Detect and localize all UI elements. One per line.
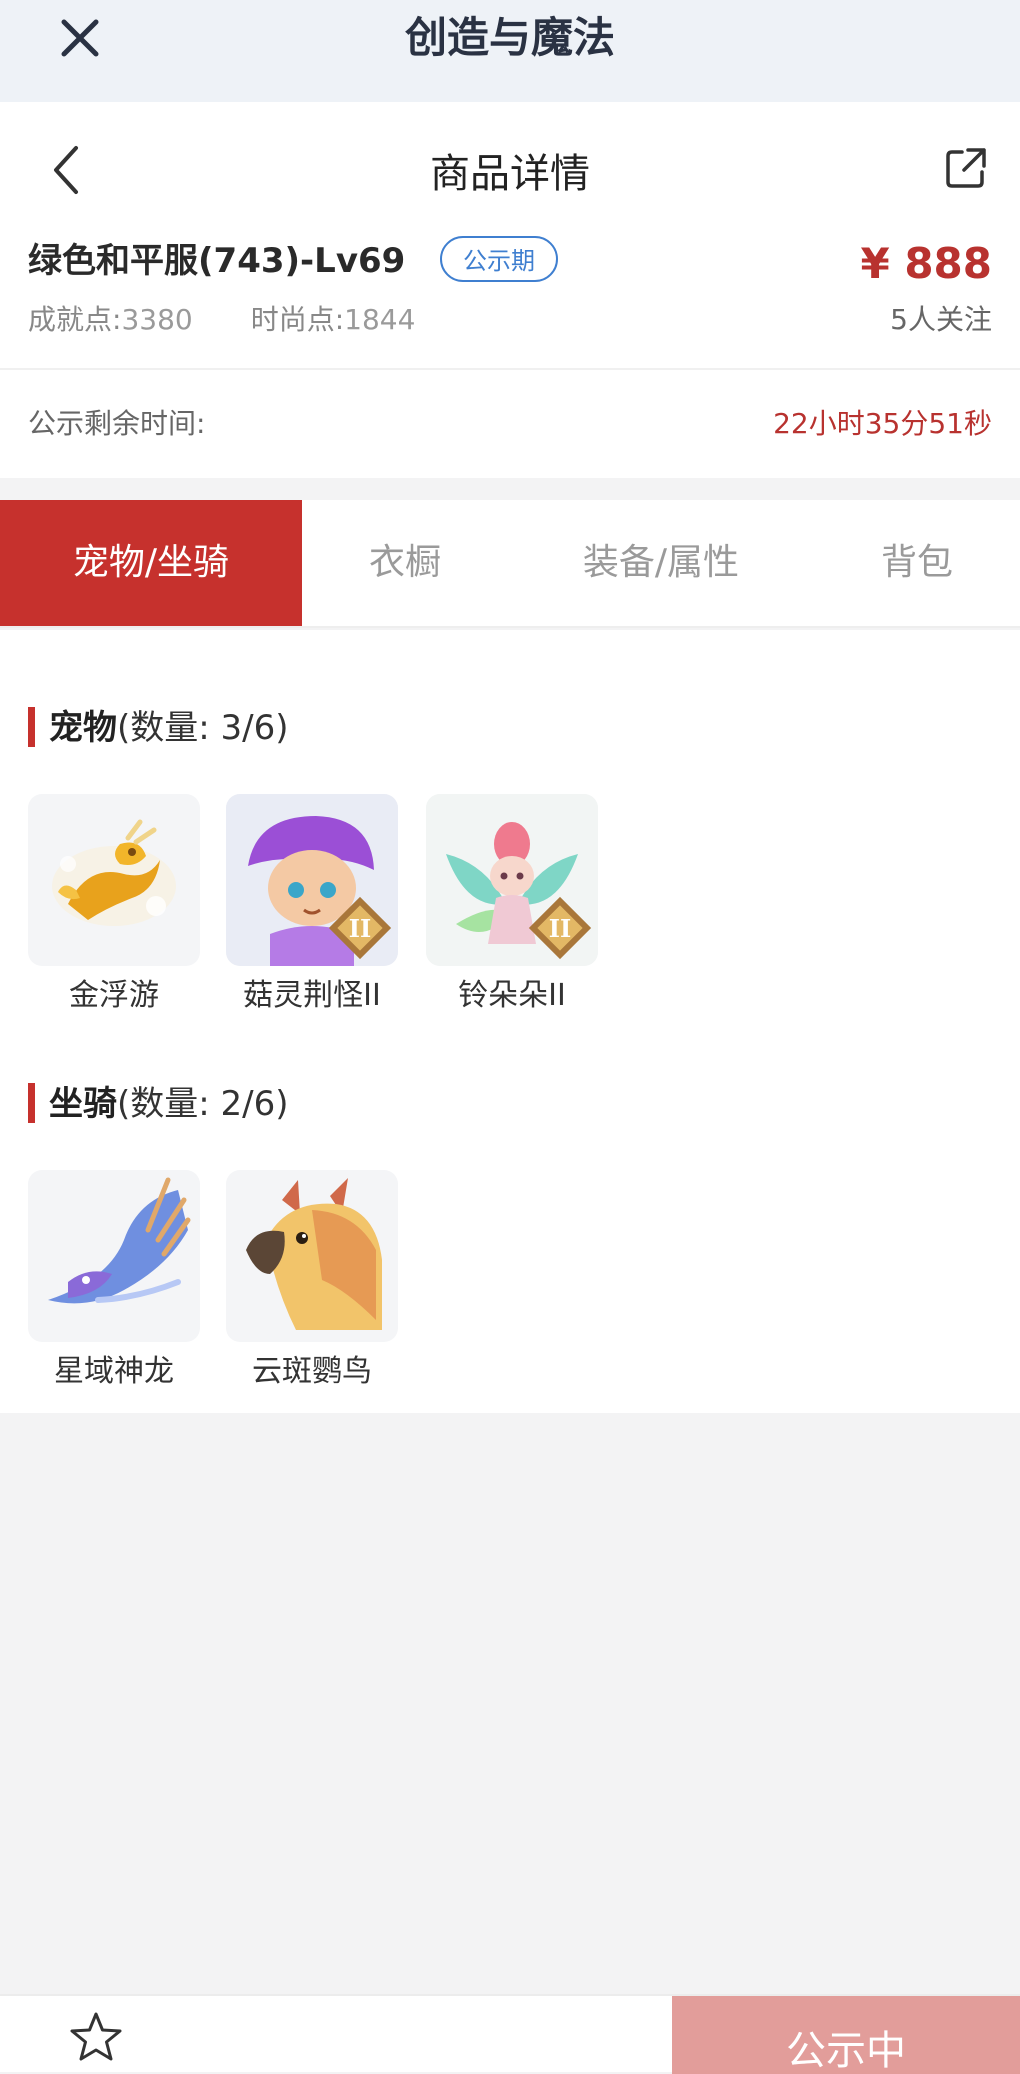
pet-name: 菇灵荆怪II [243, 978, 381, 1013]
fashion-value: 1844 [344, 303, 416, 336]
parrot-icon [226, 1170, 398, 1342]
section-marker [28, 706, 35, 747]
mount-name: 云斑鹦鸟 [252, 1354, 372, 1389]
countdown-label: 公示剩余时间: [28, 407, 206, 440]
bottom-bar: 公示中 [0, 1994, 1020, 2074]
pet-name: 铃朵朵II [458, 978, 566, 1013]
followers-count: 5人关注 [890, 303, 992, 336]
tab-equipment[interactable]: 装备/属性 [508, 500, 814, 626]
countdown-value: 22小时35分51秒 [773, 407, 992, 440]
tab-pets-mounts[interactable]: 宠物/坐骑 [0, 500, 302, 626]
divider [0, 368, 1020, 370]
pet-card[interactable]: II 菇灵荆怪II [226, 794, 398, 1014]
tab-bag[interactable]: 背包 [814, 500, 1020, 626]
star-icon[interactable] [68, 2010, 124, 2066]
price: ¥ 888 [860, 239, 992, 288]
flower-fairy-icon: II [426, 794, 598, 966]
tier-badge: II [549, 914, 571, 943]
item-name: 绿色和平服(743)-Lv69 [28, 241, 406, 281]
page-title: 商品详情 [430, 151, 590, 197]
status-button[interactable]: 公示中 [672, 1996, 1020, 2074]
item-header: 商品详情 绿色和平服(743)-Lv69 公示期 ¥ 888 成就点:3380 时… [0, 102, 1020, 478]
star-dragon-icon [28, 1170, 200, 1342]
achievement-label: 成就点: [28, 303, 122, 336]
status-badge: 公示期 [440, 236, 558, 282]
pet-card[interactable]: II 铃朵朵II [426, 794, 598, 1014]
mushroom-sprite-icon: II [226, 794, 398, 966]
tier-badge: II [349, 914, 371, 943]
item-stats: 成就点:3380 时尚点:1844 [28, 298, 415, 342]
achievement-value: 3380 [121, 303, 193, 336]
section-marker [28, 1082, 35, 1123]
pets-section-title: 宠物(数量: 3/6) [28, 706, 289, 750]
app-bar: 创造与魔法 [0, 0, 1020, 102]
app-title: 创造与魔法 [404, 13, 615, 62]
mount-name: 星域神龙 [54, 1354, 174, 1389]
mount-card[interactable]: 星域神龙 [28, 1170, 200, 1390]
golden-dragon-icon [28, 794, 200, 966]
pet-card[interactable]: 金浮游 [28, 794, 200, 1014]
share-icon[interactable] [944, 146, 988, 190]
tab-wardrobe[interactable]: 衣橱 [302, 500, 508, 626]
fashion-label: 时尚点: [250, 303, 345, 336]
pet-name: 金浮游 [69, 978, 159, 1013]
mount-card[interactable]: 云斑鹦鸟 [226, 1170, 398, 1390]
tab-bar: 宠物/坐骑 衣橱 装备/属性 背包 [0, 500, 1020, 628]
tab-content: 宠物(数量: 3/6) 金浮游 II 菇灵荆怪II II 铃朵朵II 坐骑(数量… [0, 630, 1020, 1413]
mounts-section-title: 坐骑(数量: 2/6) [28, 1082, 289, 1126]
